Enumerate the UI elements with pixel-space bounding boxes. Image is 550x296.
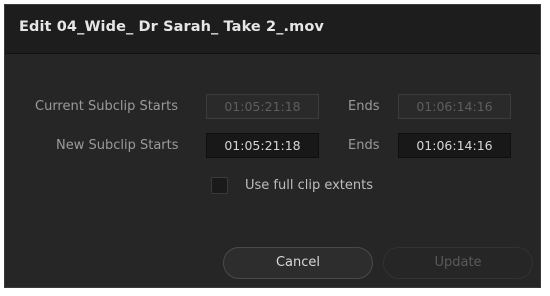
current-subclip-start-field: 01:05:21:18 (206, 94, 319, 119)
update-button[interactable]: Update (383, 247, 533, 279)
current-subclip-ends-label: Ends (348, 99, 380, 114)
new-subclip-start-input[interactable] (206, 133, 319, 158)
use-full-clip-extents-label[interactable]: Use full clip extents (245, 178, 373, 193)
cancel-button[interactable]: Cancel (223, 247, 373, 279)
edit-subclip-dialog: Edit 04_Wide_ Dr Sarah_ Take 2_.mov Curr… (4, 4, 541, 288)
current-subclip-end-field: 01:06:14:16 (398, 94, 511, 119)
use-full-clip-extents-checkbox[interactable] (211, 177, 228, 194)
new-subclip-ends-label: Ends (348, 138, 380, 153)
new-subclip-end-input[interactable] (398, 133, 511, 158)
dialog-titlebar: Edit 04_Wide_ Dr Sarah_ Take 2_.mov (5, 5, 540, 54)
current-subclip-starts-label: Current Subclip Starts (35, 99, 178, 114)
dialog-title: Edit 04_Wide_ Dr Sarah_ Take 2_.mov (19, 19, 324, 35)
new-subclip-starts-label: New Subclip Starts (56, 138, 179, 153)
